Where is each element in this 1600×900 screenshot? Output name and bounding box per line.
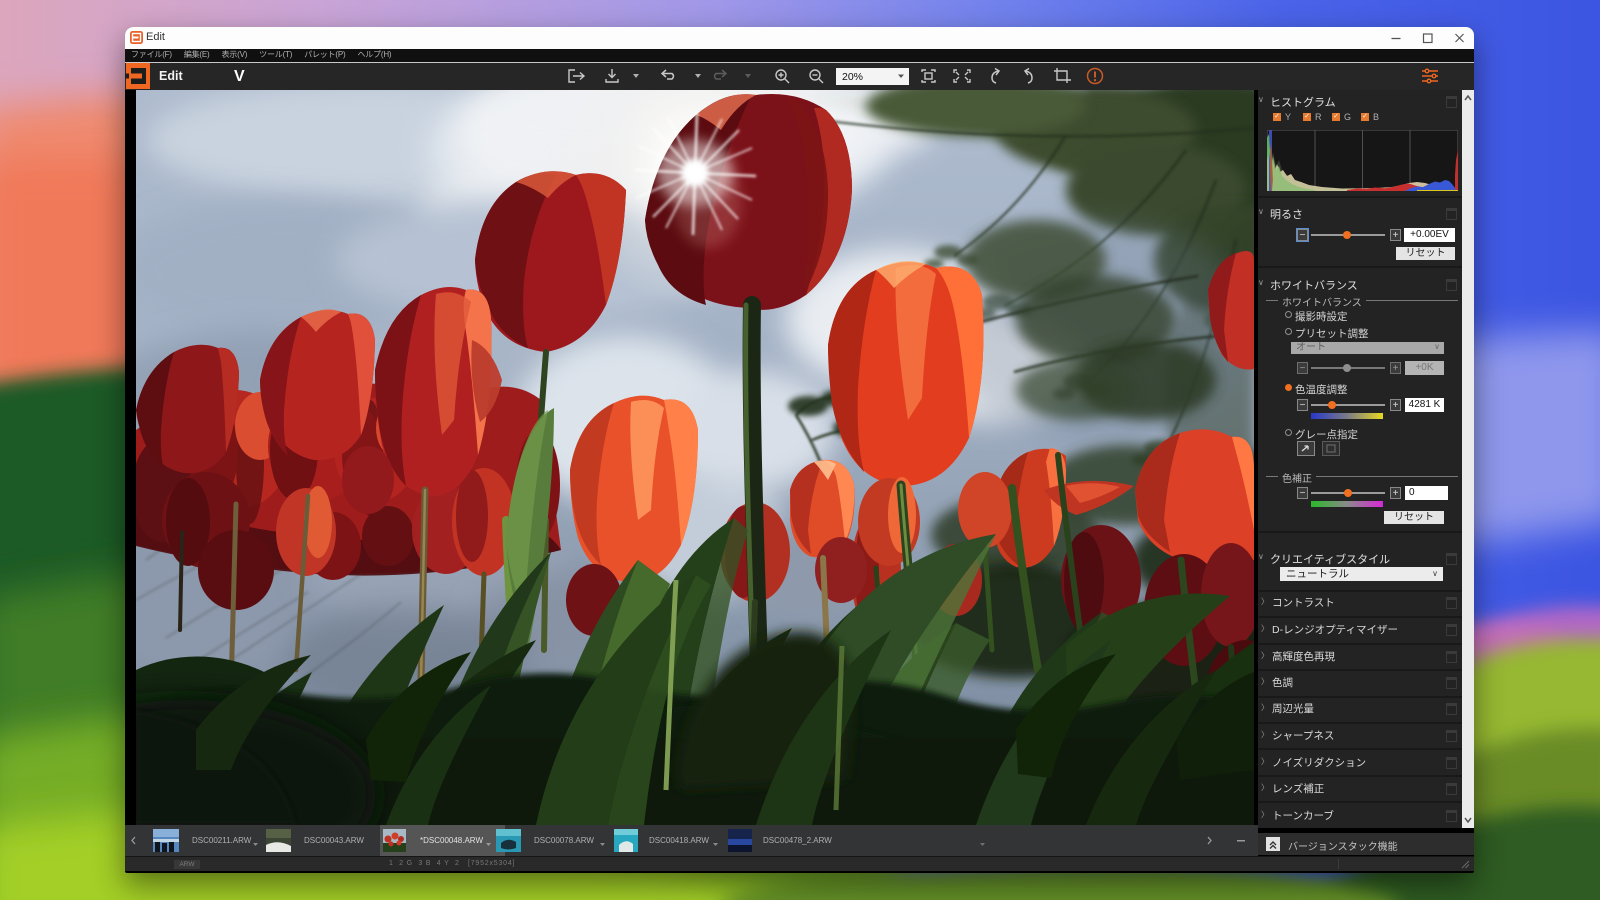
svg-text:DSC00211.ARW: DSC00211.ARW (192, 836, 252, 845)
svg-text:DSC00043.ARW: DSC00043.ARW (304, 836, 364, 845)
svg-text:Edit: Edit (159, 69, 183, 83)
svg-text:20%: 20% (842, 71, 863, 83)
svg-text:DSC00418.ARW: DSC00418.ARW (649, 836, 709, 845)
svg-text:V: V (234, 68, 245, 85)
svg-text:DSC00478_2.ARW: DSC00478_2.ARW (763, 836, 832, 845)
svg-text:DSC00078.ARW: DSC00078.ARW (534, 836, 594, 845)
svg-text:*DSC00048.ARW: *DSC00048.ARW (420, 836, 483, 845)
